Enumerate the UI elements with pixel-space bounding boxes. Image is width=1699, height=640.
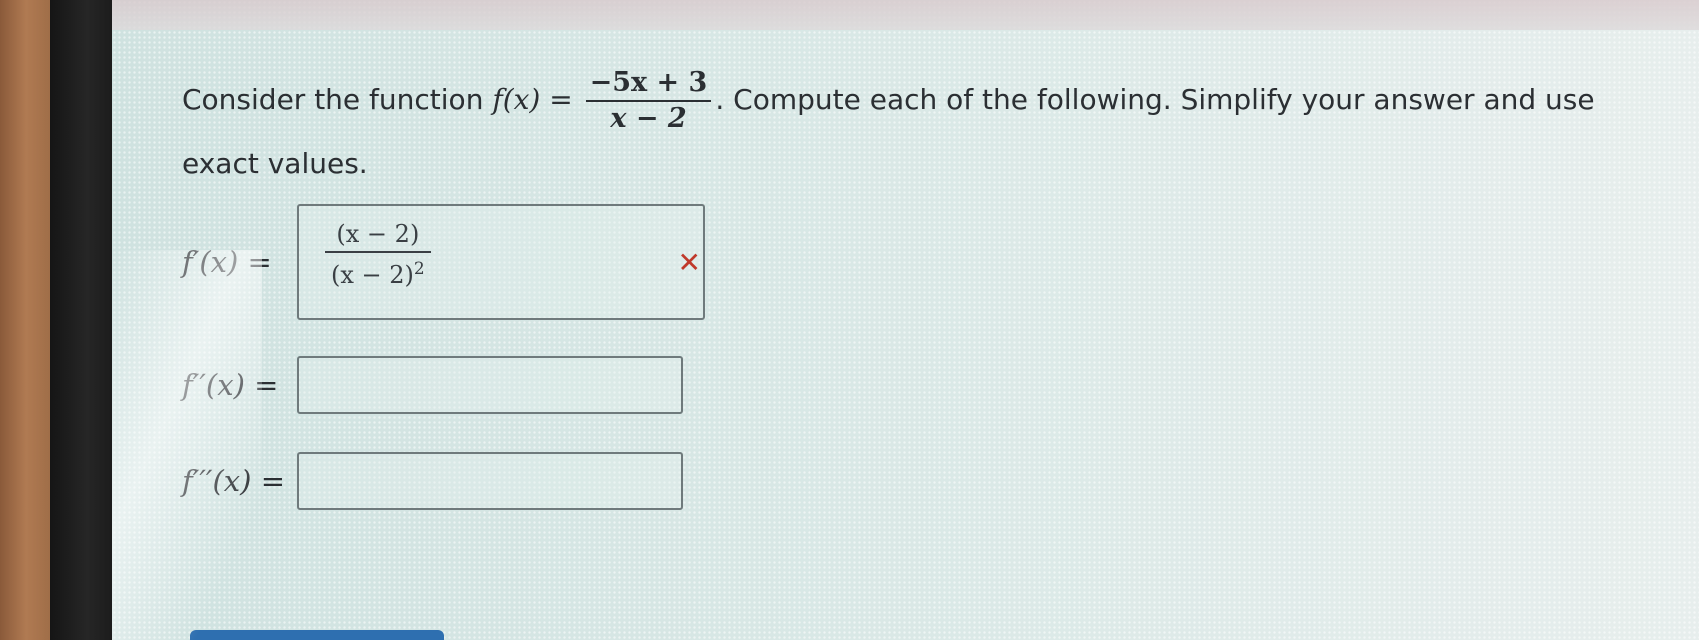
function-denominator: x − 2 [610,103,687,134]
second-derivative-input[interactable] [297,356,683,414]
submit-button[interactable] [190,630,444,640]
second-derivative-label: f′′(x) = [182,368,279,402]
top-strip [112,0,1699,30]
question-prefix: Consider the function [182,83,493,116]
question-panel: Consider the function f(x) = −5x + 3 x −… [112,0,1699,640]
third-derivative-input[interactable] [297,452,683,510]
first-derivative-label: f′(x) = [182,245,272,279]
third-derivative-row: f′′′(x) = [182,452,683,510]
answer-denominator-base: (x − 2) [331,261,414,289]
question-text: Consider the function f(x) = −5x + 3 x −… [182,66,1612,192]
second-derivative-row: f′′(x) = [182,356,683,414]
first-derivative-input[interactable]: (x − 2) (x − 2)2 ✕ [297,204,705,320]
function-fraction: −5x + 3 x − 2 [585,66,712,136]
function-lhs: f(x) = [492,83,573,116]
first-derivative-answer: (x − 2) (x − 2)2 [325,220,431,289]
incorrect-x-icon: ✕ [677,246,701,279]
answer-numerator: (x − 2) [325,220,431,253]
monitor-bezel [50,0,112,640]
third-derivative-label: f′′′(x) = [182,464,285,498]
answer-denominator-exponent: 2 [413,259,425,279]
answer-denominator: (x − 2)2 [325,253,431,289]
first-derivative-row: f′(x) = (x − 2) (x − 2)2 ✕ [182,204,705,320]
function-numerator: −5x + 3 [585,66,712,102]
